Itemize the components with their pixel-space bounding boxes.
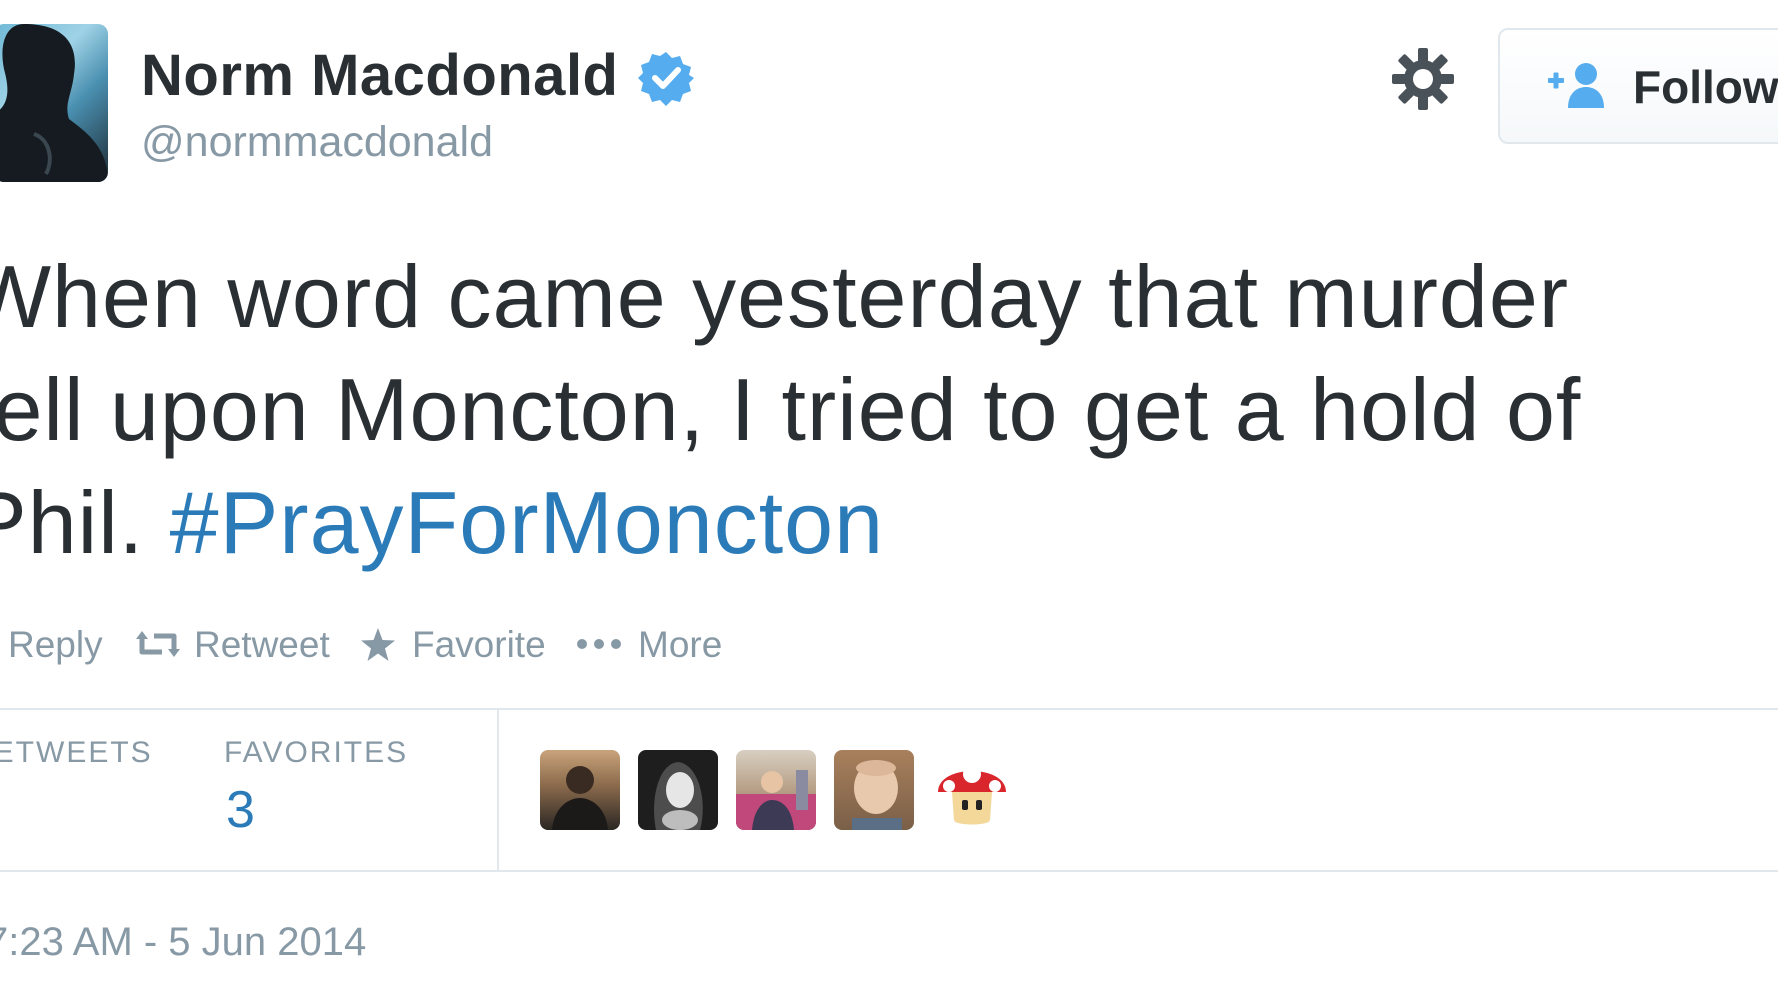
- retweet-label: Retweet: [194, 624, 330, 665]
- tweet-timestamp[interactable]: 7:23 AM - 5 Jun 2014: [0, 920, 366, 965]
- avatar-silhouette: [0, 24, 108, 182]
- tweet-text-line-1: When word came yesterday that murder: [0, 247, 1570, 346]
- favoriter-avatar-4[interactable]: [834, 750, 914, 830]
- profile-name[interactable]: Norm Macdonald: [141, 42, 619, 109]
- profile-avatar[interactable]: [0, 24, 108, 182]
- gear-icon[interactable]: [1390, 46, 1456, 112]
- star-icon: [361, 628, 395, 661]
- tweet-card: Norm Macdonald @normmacdonald Follow Whe…: [0, 0, 1778, 997]
- tweet-text-line-3: Phil. #PrayForMoncton: [0, 466, 1778, 579]
- stats-bottom-divider: [0, 870, 1778, 872]
- verified-badge-icon: [638, 52, 694, 106]
- favoriter-avatar-3[interactable]: [736, 750, 816, 830]
- more-label: More: [638, 624, 723, 665]
- follow-button[interactable]: Follow: [1498, 28, 1778, 144]
- favoriter-avatar-3-image: [736, 770, 816, 830]
- reply-label: Reply: [8, 624, 103, 665]
- favorite-label: Favorite: [412, 624, 546, 665]
- tweet-text-line-3-plain: Phil.: [0, 473, 145, 572]
- hashtag-link[interactable]: #PrayForMoncton: [170, 473, 884, 572]
- favoriter-avatar-5-mushroom[interactable]: [932, 750, 1012, 830]
- stats-top-divider: [0, 708, 1778, 710]
- favoriter-avatar-1[interactable]: [540, 750, 620, 830]
- retweet-icon: [136, 631, 180, 657]
- add-user-icon: [1548, 63, 1604, 108]
- tweet-text-line-2: fell upon Moncton, I tried to get a hold…: [0, 360, 1582, 459]
- stats-vertical-divider: [497, 710, 499, 870]
- favoriter-avatar-2-image: [654, 762, 703, 830]
- retweets-stat-label[interactable]: RETWEETS: [0, 736, 153, 770]
- favoriter-avatar-4-image: [852, 760, 902, 830]
- favorites-stat-label[interactable]: FAVORITES: [224, 736, 408, 770]
- tweet-text: When word came yesterday that murder fel…: [0, 240, 1778, 579]
- favorites-count[interactable]: 3: [226, 780, 255, 840]
- favoriter-avatar-2[interactable]: [638, 750, 718, 830]
- follow-button-label: Follow: [1633, 61, 1778, 113]
- mushroom-icon: [938, 765, 1006, 825]
- more-dots-icon: [577, 639, 621, 649]
- favoriter-avatar-1-image: [552, 766, 608, 830]
- profile-handle[interactable]: @normmacdonald: [141, 118, 493, 167]
